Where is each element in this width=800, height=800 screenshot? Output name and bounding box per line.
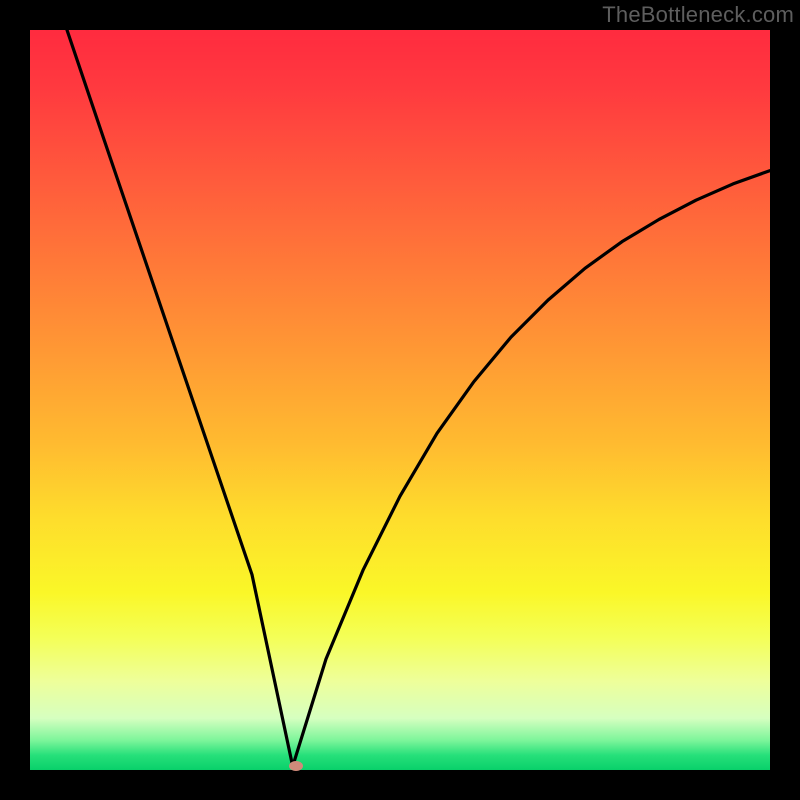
curve-svg [30, 30, 770, 770]
curve-path [67, 30, 770, 766]
watermark-text: TheBottleneck.com [602, 2, 794, 28]
plot-area [30, 30, 770, 770]
chart-container: TheBottleneck.com [0, 0, 800, 800]
